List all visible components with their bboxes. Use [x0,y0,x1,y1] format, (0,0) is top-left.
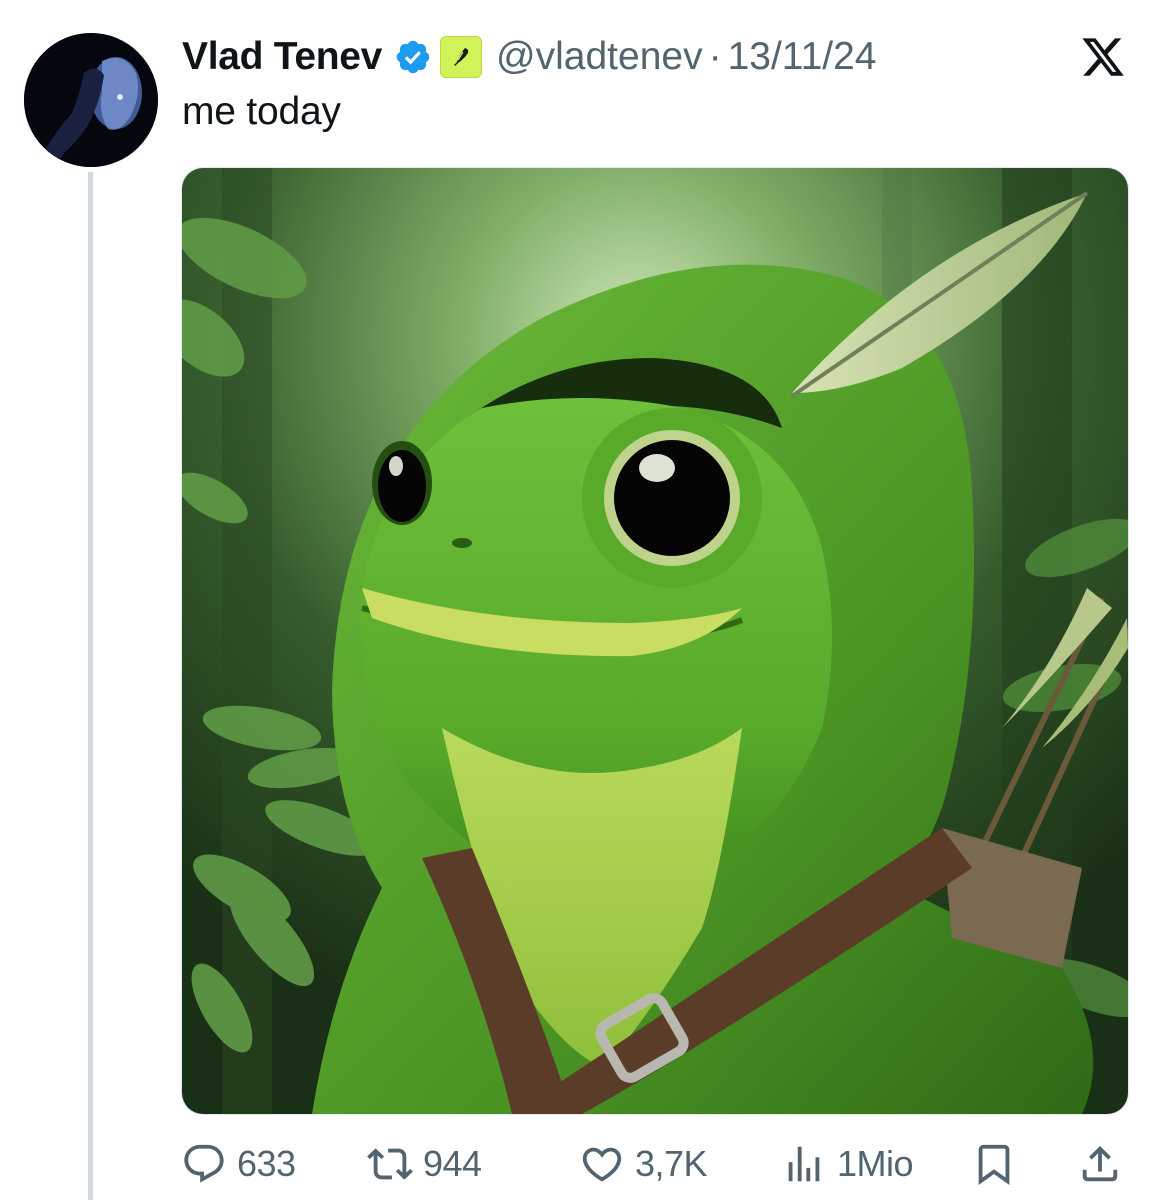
repost-icon [367,1148,413,1180]
heart-icon [582,1147,622,1182]
x-logo-icon[interactable] [1078,34,1128,80]
repost-count: 944 [423,1143,482,1184]
bookmark-icon [978,1144,1010,1185]
views-button[interactable]: 1Mio [781,1138,914,1190]
frog-archer-illustration [182,168,1128,1114]
thread-line [88,172,93,1200]
tweet-timestamp[interactable]: 13/11/24 [728,35,877,79]
share-button[interactable] [1077,1138,1123,1190]
author-handle[interactable]: @vladtenev [496,35,703,79]
affiliation-badge-icon[interactable] [440,36,483,78]
tweet-media-image[interactable] [181,167,1129,1115]
share-icon [1082,1145,1118,1182]
reply-count: 633 [237,1143,296,1184]
views-count: 1Mio [837,1143,914,1184]
avatar-image [24,33,158,167]
author-display-name[interactable]: Vlad Tenev [182,35,382,79]
repost-button[interactable]: 944 [367,1138,482,1190]
tweet-header: Vlad Tenev @vladtenev · 13/11/24 [182,30,877,84]
tweet-text: me today [182,90,341,133]
like-count: 3,7K [635,1143,708,1184]
author-avatar[interactable] [24,33,158,167]
reply-button[interactable]: 633 [181,1138,296,1190]
verified-badge-icon[interactable] [394,38,432,76]
like-button[interactable]: 3,7K [579,1138,708,1190]
bookmark-button[interactable] [971,1138,1017,1190]
header-separator: · [708,35,722,78]
views-chart-icon [788,1146,820,1182]
tweet-action-bar: 633 944 3,7K 1Mio [181,1138,1127,1190]
reply-icon [184,1144,224,1183]
